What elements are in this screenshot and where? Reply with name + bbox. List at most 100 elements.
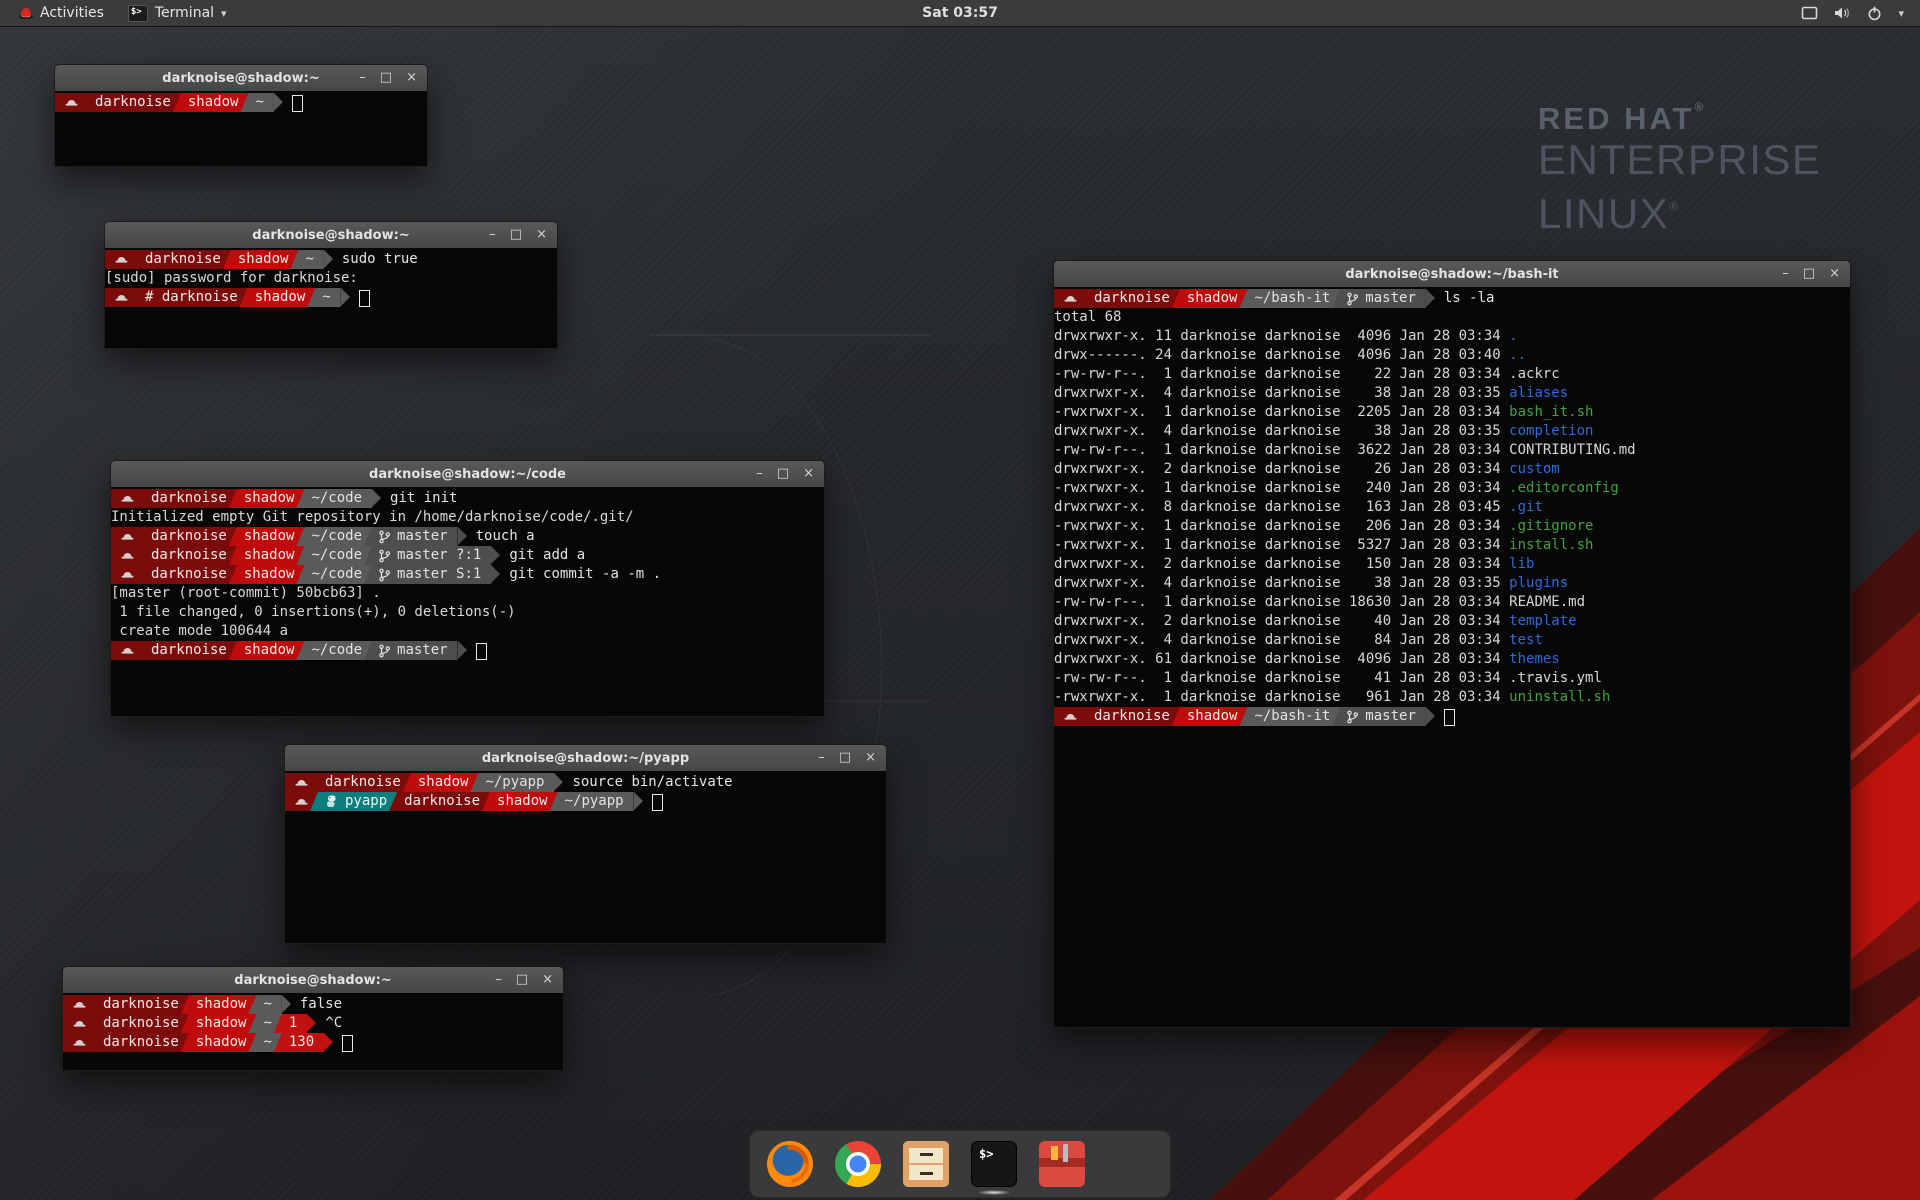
prompt-segment-darkred: darknoise <box>88 1014 189 1033</box>
output-line: drwxrwxr-x. 4 darknoise darknoise 84 Jan… <box>1054 631 1850 650</box>
prompt-segment-darkred: darknoise <box>80 93 181 112</box>
command-text: source bin/activate <box>563 773 732 792</box>
output-text: drwxrwxr-x. 61 darknoise darknoise 4096 … <box>1054 650 1509 669</box>
app-menu-terminal[interactable]: $> Terminal ▾ <box>120 0 235 26</box>
output-text: -rw-rw-r--. 1 darknoise darknoise 41 Jan… <box>1054 669 1509 688</box>
maximize-button[interactable]: □ <box>510 222 522 248</box>
powerline-arrow-icon <box>274 93 283 111</box>
dock-item-terminal[interactable]: $> <box>970 1140 1018 1188</box>
output-text: Initialized empty Git repository in /hom… <box>111 508 634 527</box>
prompt-line: darknoiseshadow~sudo true <box>105 250 557 269</box>
maximize-button[interactable]: □ <box>839 745 851 771</box>
maximize-button[interactable]: □ <box>380 65 392 91</box>
prompt-segment-branch: master <box>364 527 458 546</box>
top-bar: Activities $> Terminal ▾ Sat 03:57 ▾ <box>0 0 1920 27</box>
system-status-menu[interactable]: ▾ <box>1785 0 1920 26</box>
maximize-button[interactable]: □ <box>516 967 528 993</box>
powerline-arrow-icon <box>282 995 291 1013</box>
output-text: drwxrwxr-x. 4 darknoise darknoise 38 Jan… <box>1054 422 1509 441</box>
output-line: -rwxrwxr-x. 1 darknoise darknoise 5327 J… <box>1054 536 1850 555</box>
terminal-app-icon: $> <box>128 5 148 22</box>
powerline-arrow-icon <box>341 288 350 306</box>
titlebar[interactable]: darknoise@shadow:~–□× <box>55 65 427 92</box>
output-line: 1 file changed, 0 insertions(+), 0 delet… <box>111 603 824 622</box>
output-line: -rwxrwxr-x. 1 darknoise darknoise 2205 J… <box>1054 403 1850 422</box>
terminal-body[interactable]: darknoiseshadow~/bash-itmasterls -latota… <box>1054 287 1850 1027</box>
prompt-segment-red: shadow <box>229 565 305 584</box>
powerline-arrow-icon <box>491 565 500 583</box>
prompt-segment-branch: master <box>1332 707 1426 726</box>
dock-item-files[interactable] <box>902 1140 950 1188</box>
dock-item-toolbox[interactable] <box>1038 1140 1086 1188</box>
prompt-segment-red: shadow <box>181 995 257 1014</box>
titlebar[interactable]: darknoise@shadow:~/bash-it–□× <box>1054 261 1850 288</box>
prompt-line: pyappdarknoiseshadow~/pyapp <box>285 792 886 811</box>
titlebar[interactable]: darknoise@shadow:~/code–□× <box>111 461 824 488</box>
minimize-button[interactable]: – <box>818 745 825 771</box>
dock-item-app-grid[interactable] <box>1106 1140 1154 1188</box>
minimize-button[interactable]: – <box>359 65 366 91</box>
terminal-cursor <box>476 643 487 660</box>
git-branch-icon <box>1347 710 1358 724</box>
output-text: lib <box>1509 555 1534 574</box>
close-button[interactable]: × <box>1829 261 1840 287</box>
minimize-button[interactable]: – <box>489 222 496 248</box>
prompt-segment-path: ~/pyapp <box>550 792 634 811</box>
prompt-line: darknoiseshadow~1^C <box>63 1014 563 1033</box>
powerline-arrow-icon <box>372 489 381 507</box>
dock-item-chrome[interactable] <box>834 1140 882 1188</box>
close-button[interactable]: × <box>803 461 814 487</box>
terminal-body[interactable]: darknoiseshadow~ <box>55 91 427 166</box>
prompt-segment-darkred: darknoise <box>310 773 411 792</box>
output-line: drwxrwxr-x. 4 darknoise darknoise 38 Jan… <box>1054 422 1850 441</box>
output-text: bash_it.sh <box>1509 403 1593 422</box>
output-line: drwx------. 24 darknoise darknoise 4096 … <box>1054 346 1850 365</box>
output-text: drwxrwxr-x. 2 darknoise darknoise 150 Ja… <box>1054 555 1509 574</box>
prompt-line: darknoiseshadow~/codemaster <box>111 641 824 660</box>
terminal-body[interactable]: darknoiseshadow~/pyappsource bin/activat… <box>285 771 886 943</box>
activities-button[interactable]: Activities <box>8 0 114 26</box>
close-button[interactable]: × <box>865 745 876 771</box>
prompt-segment-darkred: darknoise <box>88 995 189 1014</box>
minimize-button[interactable]: – <box>756 461 763 487</box>
window-title: darknoise@shadow:~/pyapp <box>482 751 689 766</box>
terminal-body[interactable]: darknoiseshadow~falsedarknoiseshadow~1^C… <box>63 993 563 1070</box>
output-text: .ackrc <box>1509 365 1560 384</box>
output-text: plugins <box>1509 574 1568 593</box>
git-branch-icon <box>379 568 390 582</box>
titlebar[interactable]: darknoise@shadow:~–□× <box>63 967 563 994</box>
close-button[interactable]: × <box>536 222 547 248</box>
terminal-body[interactable]: darknoiseshadow~sudo true[sudo] password… <box>105 248 557 348</box>
terminal-window-pyapp: darknoise@shadow:~/pyapp –□ ×darknoiseshad… <box>284 744 887 944</box>
output-line: total 68 <box>1054 308 1850 327</box>
output-text: .gitignore <box>1509 517 1593 536</box>
close-button[interactable]: × <box>406 65 417 91</box>
prompt-line: darknoiseshadow~/bash-itmasterls -la <box>1054 289 1850 308</box>
terminal-cursor <box>1444 709 1455 726</box>
output-text: -rw-rw-r--. 1 darknoise darknoise 22 Jan… <box>1054 365 1509 384</box>
command-text: touch a <box>467 527 535 546</box>
close-button[interactable]: × <box>542 967 553 993</box>
dock-item-firefox[interactable] <box>766 1140 814 1188</box>
powerline-arrow-icon <box>324 1033 333 1051</box>
prompt-segment-darkred: darknoise <box>136 565 237 584</box>
minimize-button[interactable]: – <box>1782 261 1789 287</box>
prompt-segment-red: shadow <box>173 93 249 112</box>
minimize-button[interactable]: – <box>495 967 502 993</box>
titlebar[interactable]: darknoise@shadow:~/pyapp –□ × <box>285 745 886 772</box>
clock[interactable]: Sat 03:57 <box>922 0 998 26</box>
titlebar[interactable]: darknoise@shadow:~–□× <box>105 222 557 249</box>
prompt-line: darknoiseshadow~/codemastertouch a <box>111 527 824 546</box>
powerline-arrow-icon <box>1426 289 1435 307</box>
running-indicator <box>977 1190 1011 1195</box>
maximize-button[interactable]: □ <box>777 461 789 487</box>
output-line: -rw-rw-r--. 1 darknoise darknoise 18630 … <box>1054 593 1850 612</box>
terminal-body[interactable]: darknoiseshadow~/codegit initInitialized… <box>111 487 824 716</box>
prompt-segment-red: shadow <box>181 1033 257 1052</box>
prompt-segment-path: ~/bash-it <box>1239 707 1340 726</box>
maximize-button[interactable]: □ <box>1803 261 1815 287</box>
terminal-cursor <box>359 290 370 307</box>
output-line: drwxrwxr-x. 4 darknoise darknoise 38 Jan… <box>1054 384 1850 403</box>
terminal-window-code: darknoise@shadow:~/code–□×darknoiseshado… <box>110 460 825 717</box>
git-branch-icon <box>1347 292 1358 306</box>
